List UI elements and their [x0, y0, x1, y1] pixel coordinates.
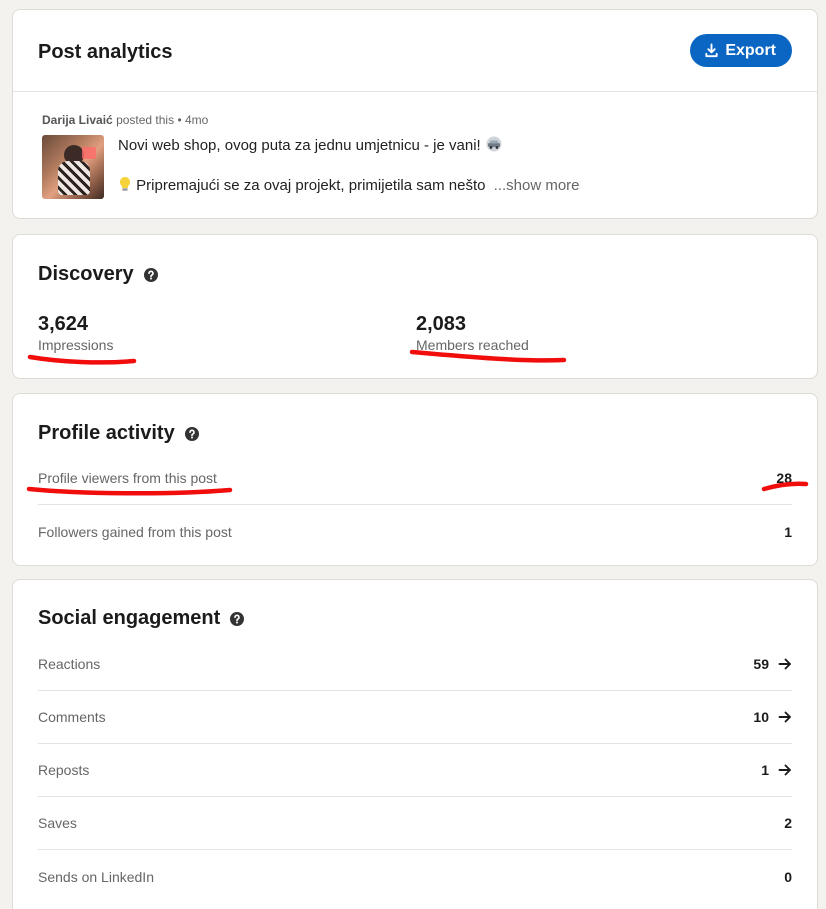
help-icon[interactable] — [230, 611, 245, 626]
members-reached-label[interactable]: Members reached — [416, 337, 529, 353]
post-line2-text: Pripremajući se za ovaj projekt, primije… — [136, 177, 486, 194]
show-more-link[interactable]: ...show more — [494, 177, 580, 194]
post-text-line-1[interactable]: Novi web shop, ovog puta za jednu umjetn… — [118, 136, 503, 154]
profile-viewers-row: Profile viewers from this post 28 — [38, 452, 792, 505]
discovery-title-text: Discovery — [38, 263, 134, 285]
post-age: 4mo — [185, 113, 209, 127]
row-value: 1 — [761, 762, 769, 778]
post-analytics-card: Post analytics Export Darija Livaić post… — [12, 9, 818, 219]
social-engagement-title-text: Social engagement — [38, 607, 221, 629]
row-label: Profile viewers from this post — [38, 470, 217, 486]
saves-row: Saves 2 — [38, 797, 792, 850]
post-author[interactable]: Darija Livaić — [42, 113, 113, 127]
row-value: 1 — [784, 523, 792, 540]
row-label: Followers gained from this post — [38, 523, 232, 540]
profile-activity-title-text: Profile activity — [38, 422, 175, 444]
row-value: 28 — [776, 470, 792, 486]
export-button[interactable]: Export — [690, 34, 792, 67]
row-label: Comments — [38, 709, 106, 725]
row-label: Sends on LinkedIn — [38, 868, 154, 885]
download-icon — [705, 43, 718, 58]
post-line1-text: Novi web shop, ovog puta za jednu umjetn… — [118, 137, 481, 154]
row-value: 59 — [753, 656, 769, 672]
discovery-title: Discovery — [38, 263, 158, 286]
members-reached-value: 2,083 — [416, 313, 467, 335]
comments-row[interactable]: Comments 10 — [38, 691, 792, 744]
profile-activity-title: Profile activity — [38, 422, 199, 445]
light-bulb-emoji-icon — [120, 177, 130, 191]
social-engagement-card: Social engagement Reactions 59 Comments … — [12, 579, 818, 909]
followers-gained-row: Followers gained from this post 1 — [38, 505, 792, 558]
help-icon[interactable] — [143, 267, 158, 282]
profile-activity-card: Profile activity Profile viewers from th… — [12, 393, 818, 566]
row-label: Reactions — [38, 656, 101, 672]
impressions-value: 3,624 — [38, 313, 89, 335]
row-value: 10 — [753, 709, 769, 725]
card-header: Post analytics Export — [13, 10, 817, 92]
post-thumbnail[interactable] — [42, 135, 104, 199]
post-action: posted this — [116, 113, 175, 127]
arrow-right-icon[interactable] — [778, 657, 792, 671]
impressions-label[interactable]: Impressions — [38, 337, 113, 353]
export-label: Export — [725, 41, 776, 59]
row-value: 2 — [784, 815, 792, 831]
post-text-line-2[interactable]: Pripremajući se za ovaj projekt, primije… — [118, 176, 580, 194]
arrow-right-icon[interactable] — [778, 710, 792, 724]
meta-separator: • — [177, 113, 182, 127]
row-value: 0 — [784, 868, 792, 885]
row-label: Saves — [38, 815, 77, 831]
reactions-row[interactable]: Reactions 59 — [38, 638, 792, 691]
discovery-card: Discovery 3,624 Impressions 2,083 Member… — [12, 234, 818, 379]
row-label: Reposts — [38, 762, 90, 778]
car-emoji-icon — [486, 136, 502, 152]
arrow-right-icon[interactable] — [778, 763, 792, 777]
reposts-row[interactable]: Reposts 1 — [38, 744, 792, 797]
sends-on-linkedin-row: Sends on LinkedIn 0 — [38, 850, 792, 903]
post-meta: Darija Livaić posted this • 4mo — [42, 113, 208, 127]
social-engagement-title: Social engagement — [38, 607, 245, 630]
page-title: Post analytics — [38, 41, 173, 63]
help-icon[interactable] — [184, 426, 199, 441]
